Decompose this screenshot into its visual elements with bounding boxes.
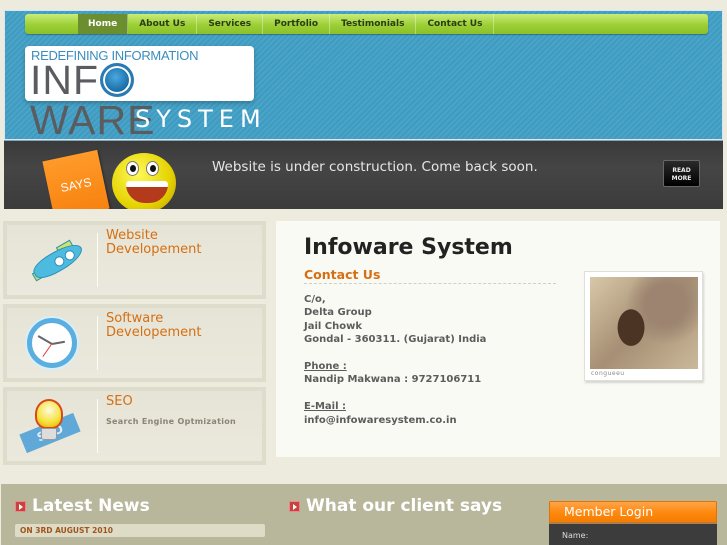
says-label: SAYS: [59, 174, 93, 196]
nav-item-about-us[interactable]: About Us: [128, 14, 198, 34]
service-title[interactable]: Website Developement: [106, 229, 202, 257]
service-subtitle: Search Engine Optmization: [106, 417, 237, 426]
smiley-eye-left: [126, 161, 139, 176]
address-line: Delta Group: [304, 307, 372, 319]
service-title[interactable]: SEO: [106, 395, 133, 409]
arrow-bullet-icon: [289, 500, 300, 512]
smiley-icon: [112, 153, 176, 209]
footer: Latest News ON 3RD AUGUST 2010 What our …: [1, 484, 727, 545]
read-more-button[interactable]: READ MORE: [663, 160, 700, 187]
address-line: Gondal - 360311. (Gujarat) India: [304, 334, 487, 346]
divider: [97, 399, 98, 453]
service-title-line2: Developement: [106, 325, 202, 340]
smiley-mouth: [126, 181, 168, 203]
member-login-title: Member Login: [549, 501, 717, 523]
nav-item-portfolio[interactable]: Portfolio: [263, 14, 331, 34]
photo-frame: congueeu: [584, 271, 703, 381]
phone-label: Phone :: [304, 361, 347, 373]
portrait-image: [590, 277, 698, 369]
read-more-line2: MORE: [671, 175, 692, 182]
service-card-software[interactable]: Software Developement: [3, 304, 266, 382]
service-title[interactable]: Software Developement: [106, 312, 202, 340]
page-title: Infoware System: [304, 235, 513, 260]
address-line: C/o,: [304, 294, 326, 305]
nav-item-services[interactable]: Services: [197, 14, 264, 34]
member-login-box: Member Login Name:: [549, 501, 717, 545]
nav-item-home[interactable]: Home: [78, 14, 129, 34]
latest-news-heading: Latest News: [15, 496, 150, 516]
service-card-website[interactable]: Website Developement: [3, 221, 266, 299]
banner-message: Website is under construction. Come back…: [212, 159, 538, 175]
rocket-icon: [17, 229, 87, 291]
clock-second-hand: [42, 343, 53, 357]
service-card-seo[interactable]: SEO SEO Search Engine Optmization: [3, 387, 266, 465]
logo[interactable]: REDEFINING INFORMATION INFWARE: [25, 46, 254, 141]
service-title-line2: Developement: [106, 242, 202, 257]
says-card-icon: SAYS: [42, 149, 110, 209]
client-says-heading: What our client says: [289, 496, 502, 516]
name-field-label: Name:: [562, 531, 589, 540]
clock-icon: [17, 312, 87, 374]
news-date: ON 3RD AUGUST 2010: [15, 524, 265, 537]
logo-system-text: SYSTEM: [135, 105, 267, 133]
latest-news-title: Latest News: [32, 496, 150, 516]
lightbulb-seo-icon: SEO: [17, 395, 87, 457]
service-title-line1: Website: [106, 228, 158, 243]
contact-details: C/o, Delta Group Jail Chowk Gondal - 360…: [304, 293, 486, 427]
site-header: Home About Us Services Portfolio Testimo…: [4, 10, 723, 141]
arrow-bullet-icon: [15, 500, 26, 512]
bulb-base: [41, 428, 57, 440]
read-more-line1: READ: [672, 167, 691, 174]
photo-caption: congueeu: [591, 370, 625, 377]
login-form: Name:: [549, 523, 717, 545]
phone-value: Nandip Makwana : 9727106711: [304, 374, 482, 386]
clock-face: [27, 318, 77, 368]
clock-minute-hand: [51, 340, 65, 345]
bulb: [35, 399, 63, 429]
section-heading: Contact Us: [304, 267, 556, 284]
address-line: Jail Chowk: [304, 320, 363, 332]
email-value[interactable]: info@infowaresystem.co.in: [304, 414, 486, 427]
contact-panel: Infoware System Contact Us C/o, Delta Gr…: [276, 221, 720, 457]
service-title-line1: Software: [106, 311, 164, 326]
announcement-banner: SAYS Website is under construction. Come…: [4, 140, 723, 209]
smiley-eye-right: [146, 161, 159, 176]
main-nav: Home About Us Services Portfolio Testimo…: [25, 14, 708, 34]
client-says-title: What our client says: [306, 496, 503, 516]
nav-item-testimonials[interactable]: Testimonials: [330, 14, 417, 34]
nav-item-contact-us[interactable]: Contact Us: [416, 14, 495, 34]
email-label: E-Mail :: [304, 401, 347, 413]
divider: [97, 316, 98, 370]
divider: [97, 233, 98, 287]
logo-globe-icon: [100, 63, 135, 97]
